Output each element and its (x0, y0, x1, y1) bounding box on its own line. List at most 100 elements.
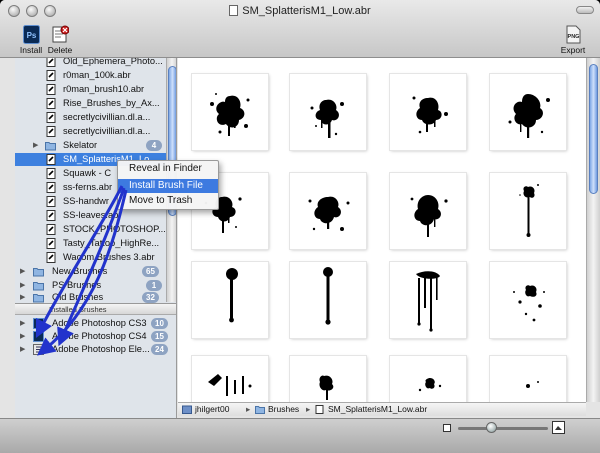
delete-button[interactable]: Delete (43, 25, 77, 55)
status-bar (0, 418, 600, 453)
installed-brushes-header: Installed Brushes (15, 303, 176, 315)
sidebar-installed-label: Adobe Photoshop CS3 (52, 318, 147, 328)
brush-file-icon (46, 224, 56, 235)
png-icon-text: PNG (567, 34, 579, 40)
disclosure-triangle-icon[interactable]: ▶ (20, 317, 25, 330)
sidebar-folder-label: Skelator (63, 140, 98, 150)
sidebar-installed-cs3[interactable]: ▶ Adobe Photoshop CS3 10 (15, 317, 176, 330)
count-badge: 4 (146, 140, 162, 151)
grid-scrollbar[interactable] (586, 58, 600, 402)
thumbnail-size-slider[interactable] (458, 422, 548, 433)
brush-file-icon (46, 58, 56, 67)
brush-file-icon (46, 210, 56, 221)
brush-thumbnail[interactable] (490, 173, 566, 249)
brush-thumbnail[interactable] (192, 262, 268, 338)
sidebar-file-label: STOCK_PHOTOSHOP... (63, 224, 166, 234)
splatter-brush-preview (308, 196, 350, 231)
brush-thumbnail[interactable] (192, 356, 268, 402)
home-folder-icon (182, 405, 192, 414)
splatter-brush-preview (412, 96, 448, 134)
context-menu[interactable]: Reveal in Finder Install Brush File Move… (117, 160, 219, 210)
sidebar-file-label: r0man_100k.abr (63, 70, 131, 80)
count-badge: 24 (151, 344, 168, 355)
folder-icon (33, 294, 44, 303)
disclosure-triangle-icon[interactable]: ▶ (20, 265, 25, 278)
document-icon (229, 5, 239, 16)
brush-thumbnail[interactable] (290, 356, 366, 402)
delete-label: Delete (47, 45, 73, 55)
sidebar-file-item[interactable]: Tasty_Tattoo_HighRe... (15, 237, 176, 250)
path-segment-user[interactable]: jhilgert00 (195, 403, 230, 416)
brush-preview-grid[interactable] (178, 58, 586, 402)
sidebar-file-item[interactable]: SS-leaves.abr (15, 209, 176, 222)
brush-file-icon (46, 238, 56, 249)
brush-thumbnail[interactable] (390, 74, 466, 150)
brush-thumbnail[interactable] (490, 356, 566, 402)
brush-thumbnail[interactable] (290, 262, 366, 338)
path-separator-icon: ▸ (246, 404, 251, 414)
sidebar-file-item[interactable]: secretlycivillian.dl.a... (15, 125, 176, 138)
sidebar-file-label: r0man_brush10.abr (63, 84, 145, 94)
sidebar-file-item[interactable]: Rise_Brushes_by_Ax... (15, 97, 176, 110)
brush-file-icon (46, 252, 56, 263)
menu-item-install-brush-file[interactable]: Install Brush File (118, 179, 218, 193)
disclosure-triangle-icon[interactable]: ▶ (20, 330, 25, 343)
thumbnail-size-slider-knob[interactable] (485, 422, 497, 433)
sidebar-file-item[interactable]: secretlycivillian.dl.a... (15, 111, 176, 124)
count-badge: 65 (142, 266, 159, 277)
brush-file-icon (46, 112, 56, 123)
drip-brush-preview (519, 184, 539, 237)
path-segment-folder[interactable]: Brushes (268, 403, 299, 416)
toolbar-toggle-button[interactable] (576, 6, 594, 14)
sidebar-file-item[interactable]: r0man_100k.abr (15, 69, 176, 82)
brush-thumbnail[interactable] (490, 262, 566, 338)
sidebar-installed-elements[interactable]: ▶ Adobe Photoshop Ele... 24 (15, 343, 176, 356)
brush-thumbnail[interactable] (290, 74, 366, 150)
sidebar-file-item[interactable]: r0man_brush10.abr (15, 83, 176, 96)
brush-file-icon (46, 126, 56, 137)
path-segment-file[interactable]: SM_SplatterisM1_Low.abr (328, 403, 427, 416)
brush-thumbnail[interactable] (390, 356, 466, 402)
window-title-text: SM_SplatterisM1_Low.abr (242, 5, 371, 17)
count-badge: 15 (151, 331, 168, 342)
count-badge: 32 (142, 292, 159, 303)
sidebar-file-label: ss-ferns.abr (63, 182, 113, 192)
grid-scroll-thumb[interactable] (589, 64, 598, 194)
brush-thumbnail[interactable] (290, 173, 366, 249)
brush-thumbnail[interactable] (192, 74, 268, 150)
count-badge: 1 (146, 280, 162, 291)
export-button[interactable]: PNG Export (556, 25, 590, 55)
brush-thumbnail[interactable] (390, 173, 466, 249)
sidebar[interactable]: Old_Ephemera_Photo... r0man_100k.abr r0m… (15, 58, 177, 418)
sidebar-installed-cs4[interactable]: ▶ Adobe Photoshop CS4 15 (15, 330, 176, 343)
sidebar-file-item[interactable]: Old_Ephemera_Photo... (15, 58, 176, 68)
sidebar-file-label: Wacom Brushes 3.abr (63, 252, 155, 262)
sidebar-file-item[interactable]: Wacom Brushes 3.abr (15, 251, 176, 264)
sidebar-file-label: Rise_Brushes_by_Ax... (63, 98, 160, 108)
small-thumbnail-icon (443, 424, 451, 432)
menu-item-move-to-trash[interactable]: Move to Trash (118, 194, 218, 208)
disclosure-triangle-icon[interactable]: ▶ (20, 343, 25, 356)
brush-thumbnail[interactable] (490, 74, 566, 150)
png-export-icon: PNG (566, 25, 580, 44)
sidebar-file-item[interactable]: STOCK_PHOTOSHOP... (15, 223, 176, 236)
splatter-brush-preview (410, 195, 448, 237)
splatter-brush-preview (418, 378, 442, 392)
folder-icon (33, 282, 44, 291)
sidebar-folder-new-brushes[interactable]: ▶ New Brushes 65 (15, 265, 176, 278)
brush-thumbnail[interactable] (390, 262, 466, 338)
install-label: Install (19, 45, 43, 55)
large-thumbnail-icon (552, 421, 565, 434)
menu-item-reveal-in-finder[interactable]: Reveal in Finder (118, 162, 218, 176)
brush-file-icon (46, 182, 56, 193)
folder-icon (33, 268, 44, 277)
photoshop-app-icon (33, 331, 44, 342)
sidebar-file-label: Squawk - C (63, 168, 112, 178)
speckle-brush-preview (513, 285, 545, 322)
brush-file-icon (46, 84, 56, 95)
brush-file-icon (46, 168, 56, 179)
sidebar-folder-skelator[interactable]: ▶ Skelator 4 (15, 139, 176, 152)
disclosure-triangle-icon[interactable]: ▶ (33, 139, 38, 152)
photoshop-elements-icon (33, 344, 44, 355)
brush-file-icon (46, 154, 56, 165)
